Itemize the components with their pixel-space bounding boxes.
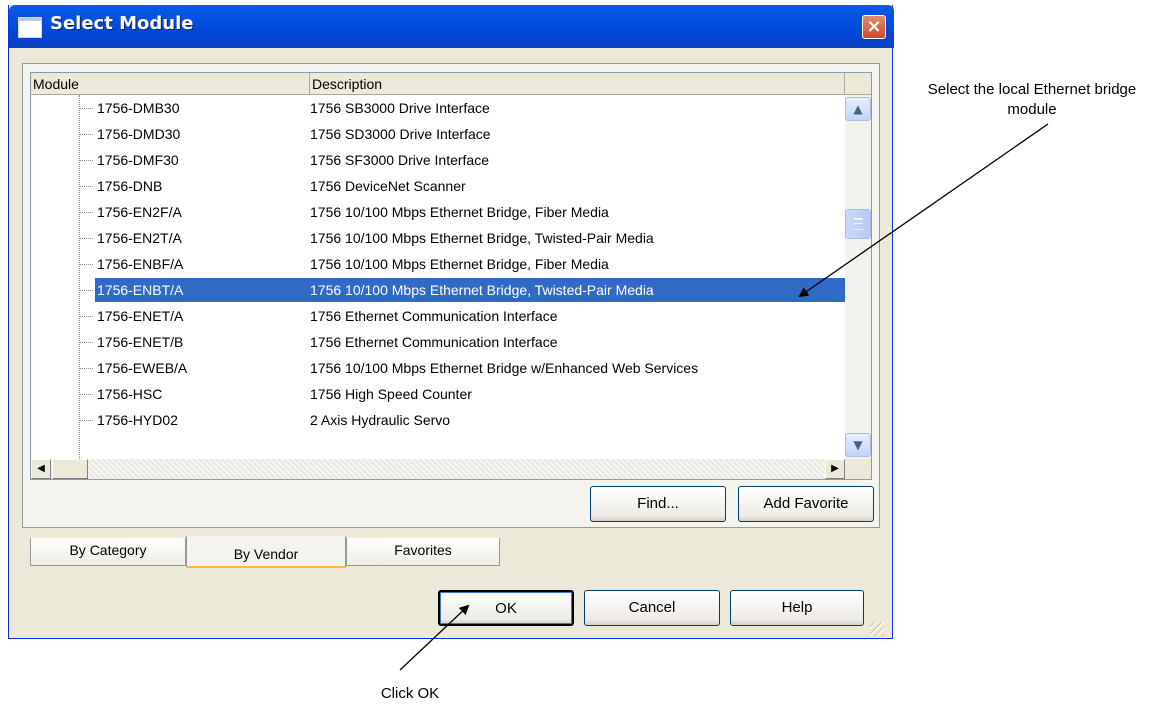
annotation-arrows bbox=[399, 123, 1049, 671]
arrow-to-ok-button bbox=[399, 604, 470, 671]
arrow-to-selected-row bbox=[798, 123, 1049, 298]
tab-by-vendor[interactable]: By Vendor bbox=[186, 536, 346, 568]
